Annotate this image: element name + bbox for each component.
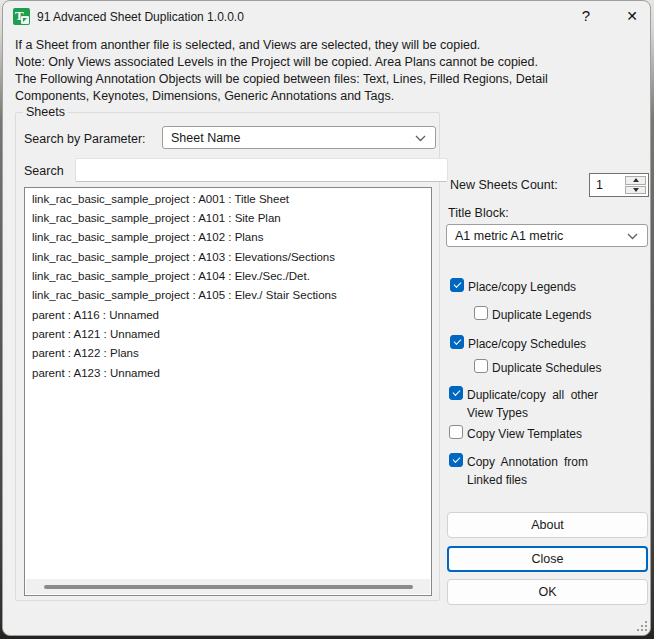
app-icon: T — [13, 8, 30, 25]
title-block-value: A1 metric A1 metric — [455, 229, 563, 243]
list-item[interactable]: parent : A122 : Plans — [25, 344, 431, 363]
search-parameter-value: Sheet Name — [171, 131, 240, 145]
window-title: 91 Advanced Sheet Duplication 1.0.0.0 — [37, 10, 244, 24]
new-sheets-count-value: 1 — [596, 178, 603, 192]
sheets-groupbox-label: Sheets — [23, 105, 68, 119]
title-bar: T 91 Advanced Sheet Duplication 1.0.0.0 … — [3, 1, 650, 31]
new-sheets-count-spinner[interactable]: 1 — [589, 173, 649, 197]
about-button[interactable]: About — [447, 512, 648, 538]
search-input[interactable] — [75, 158, 448, 182]
sheets-list: link_rac_basic_sample_project : A001 : T… — [25, 188, 431, 382]
intro-line-3: The Following Annotation Objects will be… — [15, 71, 548, 88]
search-label: Search — [24, 164, 64, 178]
checkbox-icon — [449, 453, 463, 467]
close-button[interactable]: Close — [447, 546, 648, 572]
checkbox-icon — [474, 359, 488, 373]
spinner-down-button[interactable] — [625, 186, 646, 195]
list-item[interactable]: link_rac_basic_sample_project : A103 : E… — [25, 247, 431, 266]
dialog-window: T 91 Advanced Sheet Duplication 1.0.0.0 … — [2, 0, 651, 636]
intro-line-1: If a Sheet from anonther file is selecte… — [15, 37, 548, 54]
ok-button[interactable]: OK — [447, 579, 648, 605]
resize-grip[interactable] — [637, 621, 647, 631]
sheets-listbox[interactable]: link_rac_basic_sample_project : A001 : T… — [24, 187, 432, 596]
list-item[interactable]: parent : A121 : Unnamed — [25, 324, 431, 343]
title-block-label: Title Block: — [448, 206, 509, 220]
list-item[interactable]: link_rac_basic_sample_project : A105 : E… — [25, 286, 431, 305]
list-item[interactable]: parent : A123 : Unnamed — [25, 363, 431, 382]
checkbox-icon — [450, 335, 464, 349]
checkbox-icon — [474, 306, 488, 320]
spinner-up-button[interactable] — [625, 176, 646, 185]
list-item[interactable]: parent : A116 : Unnamed — [25, 305, 431, 324]
close-window-button[interactable]: ✕ — [616, 1, 648, 31]
list-item[interactable]: link_rac_basic_sample_project : A001 : T… — [25, 189, 431, 208]
new-sheets-count-label: New Sheets Count: — [450, 178, 558, 192]
search-by-parameter-label: Search by Parameter: — [24, 132, 146, 146]
intro-line-2: Note: Only Views associated Levels in th… — [15, 54, 548, 71]
intro-line-4: Components, Keynotes, Dimensions, Generi… — [15, 88, 548, 105]
title-block-combobox[interactable]: A1 metric A1 metric — [446, 224, 648, 247]
horizontal-scrollbar-thumb[interactable] — [44, 585, 413, 589]
help-button[interactable]: ? — [571, 1, 601, 31]
chevron-down-icon — [415, 135, 426, 142]
checkbox-icon — [449, 425, 463, 439]
list-item[interactable]: link_rac_basic_sample_project : A101 : S… — [25, 208, 431, 227]
chevron-down-icon — [627, 233, 638, 240]
sheets-groupbox: Sheets Search by Parameter: Sheet Name S… — [15, 112, 440, 601]
search-parameter-combobox[interactable]: Sheet Name — [162, 126, 436, 149]
intro-text: If a Sheet from anonther file is selecte… — [15, 37, 548, 105]
checkbox-icon — [450, 278, 464, 292]
checkbox-icon — [449, 386, 463, 400]
list-item[interactable]: link_rac_basic_sample_project : A102 : P… — [25, 228, 431, 247]
horizontal-scrollbar[interactable] — [26, 579, 430, 594]
list-item[interactable]: link_rac_basic_sample_project : A104 : E… — [25, 266, 431, 285]
